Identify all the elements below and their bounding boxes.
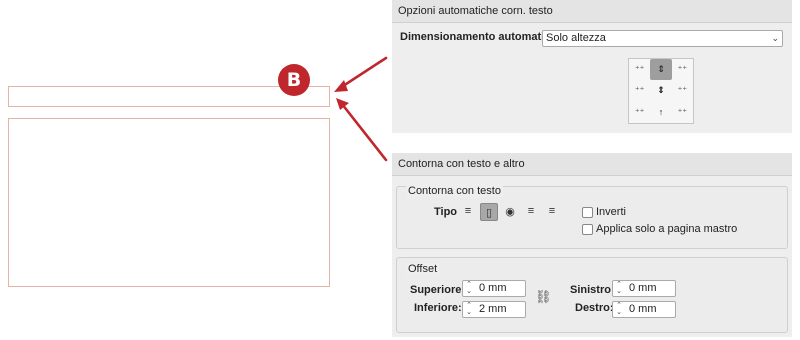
- ref-point-top-left[interactable]: ⁺⁺: [629, 59, 650, 80]
- invert-checkbox[interactable]: [582, 207, 593, 218]
- offset-group-title: Offset: [406, 263, 440, 275]
- autosize-options-panel: Opzioni automatiche corn. testo Dimensio…: [392, 0, 792, 133]
- ref-point-bottom-right[interactable]: ⁺⁺: [672, 102, 693, 123]
- wrap-panel-title: Contorna con testo e altro: [392, 153, 792, 176]
- autosize-label: Dimensionamento automatico: [400, 31, 558, 43]
- autosize-panel-title: Opzioni automatiche corn. testo: [392, 0, 792, 23]
- wrap-type-label: Tipo: [434, 206, 458, 218]
- offset-left-label: Sinistro:: [570, 284, 615, 296]
- jump-object-button[interactable]: ≡: [523, 203, 539, 219]
- stepper-icon[interactable]: ⌃ ⌄: [464, 281, 474, 296]
- offset-bottom-input[interactable]: ⌃ ⌄ 2 mm: [462, 301, 526, 318]
- autosize-select-value: Solo altezza: [546, 32, 606, 44]
- offset-right-input[interactable]: ⌃ ⌄ 0 mm: [612, 301, 676, 318]
- ref-point-top-right[interactable]: ⁺⁺: [672, 59, 693, 80]
- arrowhead-wrap: [336, 98, 349, 110]
- offset-bottom-value: 2 mm: [479, 303, 507, 315]
- offset-left-input[interactable]: ⌃ ⌄ 0 mm: [612, 280, 676, 297]
- ref-point-center[interactable]: ⇕: [650, 80, 671, 101]
- jump-to-next-column-button[interactable]: ≡: [544, 203, 560, 219]
- ref-point-middle-right[interactable]: ⁺⁺: [672, 80, 693, 101]
- master-page-checkbox[interactable]: [582, 224, 593, 235]
- wrap-group-title: Contorna con testo: [406, 185, 503, 197]
- link-icon[interactable]: ⛓: [535, 289, 552, 305]
- ref-point-top-center[interactable]: ⇕: [650, 59, 672, 81]
- arrow-to-autosize: [338, 56, 388, 90]
- chevron-down-icon: ⌄: [771, 33, 779, 43]
- stepper-icon[interactable]: ⌃ ⌄: [464, 302, 474, 317]
- offset-top-value: 0 mm: [479, 282, 507, 294]
- ref-point-bottom-left[interactable]: ⁺⁺: [629, 102, 650, 123]
- arrowhead-autosize: [334, 80, 348, 92]
- wrap-bounding-box-button[interactable]: ▯: [480, 203, 498, 221]
- ref-point-middle-left[interactable]: ⁺⁺: [629, 80, 650, 101]
- offset-bottom-label: Inferiore:: [414, 302, 462, 314]
- arrow-to-wrap: [340, 102, 388, 162]
- master-page-label: Applica solo a pagina mastro: [596, 223, 738, 235]
- stepper-icon[interactable]: ⌃ ⌄: [614, 281, 624, 296]
- invert-label: Inverti: [596, 206, 626, 218]
- offset-top-label: Superiore:: [410, 284, 466, 296]
- no-wrap-button[interactable]: ≡: [460, 203, 476, 219]
- stepper-icon[interactable]: ⌃ ⌄: [614, 302, 624, 317]
- offset-left-value: 0 mm: [629, 282, 657, 294]
- offset-right-value: 0 mm: [629, 303, 657, 315]
- offset-top-input[interactable]: ⌃ ⌄ 0 mm: [462, 280, 526, 297]
- autosize-select[interactable]: Solo altezza ⌄: [542, 30, 783, 47]
- wrap-object-shape-button[interactable]: ◉: [502, 203, 518, 219]
- text-wrap-panel: Contorna con testo e altro Contorna con …: [392, 153, 792, 337]
- reference-point-grid[interactable]: ⁺⁺ ⇕ ⁺⁺ ⁺⁺ ⇕ ⁺⁺ ⁺⁺ ↑ ⁺⁺: [628, 58, 694, 124]
- ref-point-bottom-center[interactable]: ↑: [650, 102, 671, 123]
- offset-right-label: Destro:: [575, 302, 614, 314]
